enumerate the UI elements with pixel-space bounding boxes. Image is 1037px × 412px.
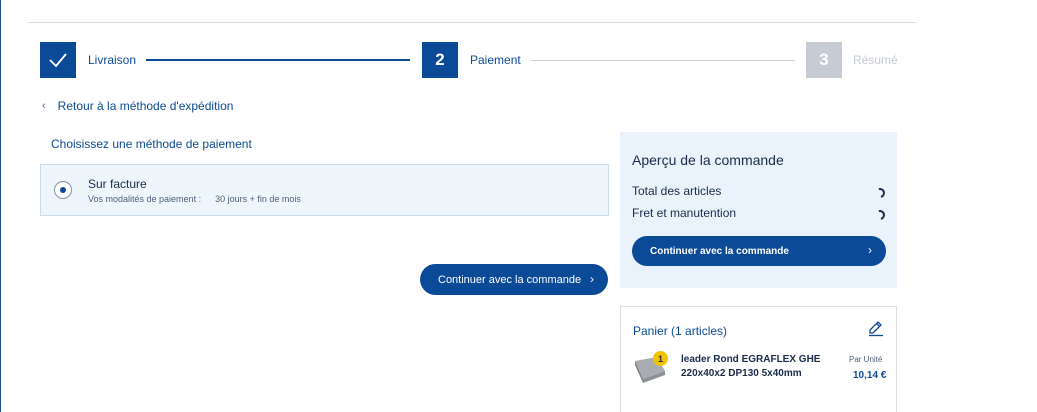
back-to-shipping-link[interactable]: ‹ Retour à la méthode d'expédition (42, 99, 233, 113)
overview-continue-order-button[interactable]: Continuer avec la commande › (632, 236, 886, 266)
quantity-badge: 1 (653, 351, 668, 366)
cart-item-name[interactable]: leader Rond EGRAFLEX GHE 220x40x2 DP130 … (681, 353, 831, 381)
chevron-left-icon: ‹ (42, 100, 46, 112)
chevron-right-icon: › (868, 243, 872, 257)
payment-option-invoice[interactable]: Sur facture Vos modalités de paiement : … (40, 164, 609, 216)
step-2-label: Paiement (470, 53, 521, 67)
step-connector-2 (531, 60, 795, 61)
step-1-done-check (40, 42, 76, 78)
loading-spinner-icon (873, 186, 887, 200)
loading-spinner-icon (873, 208, 887, 222)
payment-method-name: Sur facture (88, 177, 147, 191)
continue-order-button[interactable]: Continuer avec la commande › (420, 264, 608, 295)
payment-terms: Vos modalités de paiement : 30 jours + f… (88, 194, 301, 204)
step-3-number: 3 (806, 42, 842, 78)
order-overview-title: Aperçu de la commande (632, 152, 784, 168)
continue-order-button-label: Continuer avec la commande (438, 273, 582, 286)
cart-title: Panier (1 articles) (633, 324, 728, 338)
overview-continue-button-label: Continuer avec la commande (650, 245, 789, 257)
overview-row-shipping: Fret et manutention (632, 206, 737, 220)
chevron-right-icon: › (590, 272, 594, 286)
step-1-label: Livraison (88, 53, 137, 67)
radio-selected-dot (60, 187, 66, 193)
step-3-label: Résumé (853, 53, 898, 67)
overview-row-items-total: Total des articles (632, 184, 722, 198)
step-2-number: 2 (422, 42, 458, 78)
pencil-edit-icon[interactable] (867, 319, 885, 337)
cart-item-unit-label: Par Unité (849, 355, 883, 364)
payment-terms-label: Vos modalités de paiement : (88, 194, 202, 204)
top-divider (28, 22, 916, 23)
cart-item-price: 10,14 € (853, 370, 887, 381)
payment-terms-value: 30 jours + fin de mois (215, 194, 301, 204)
cart-panel: Panier (1 articles) 1 leader Rond EGRAFL… (620, 306, 897, 412)
payment-section-title: Choisissez une méthode de paiement (51, 137, 252, 151)
step-connector-1 (146, 59, 410, 61)
check-icon (49, 53, 67, 68)
back-link-label: Retour à la méthode d'expédition (57, 99, 234, 113)
payment-radio[interactable] (54, 181, 72, 199)
